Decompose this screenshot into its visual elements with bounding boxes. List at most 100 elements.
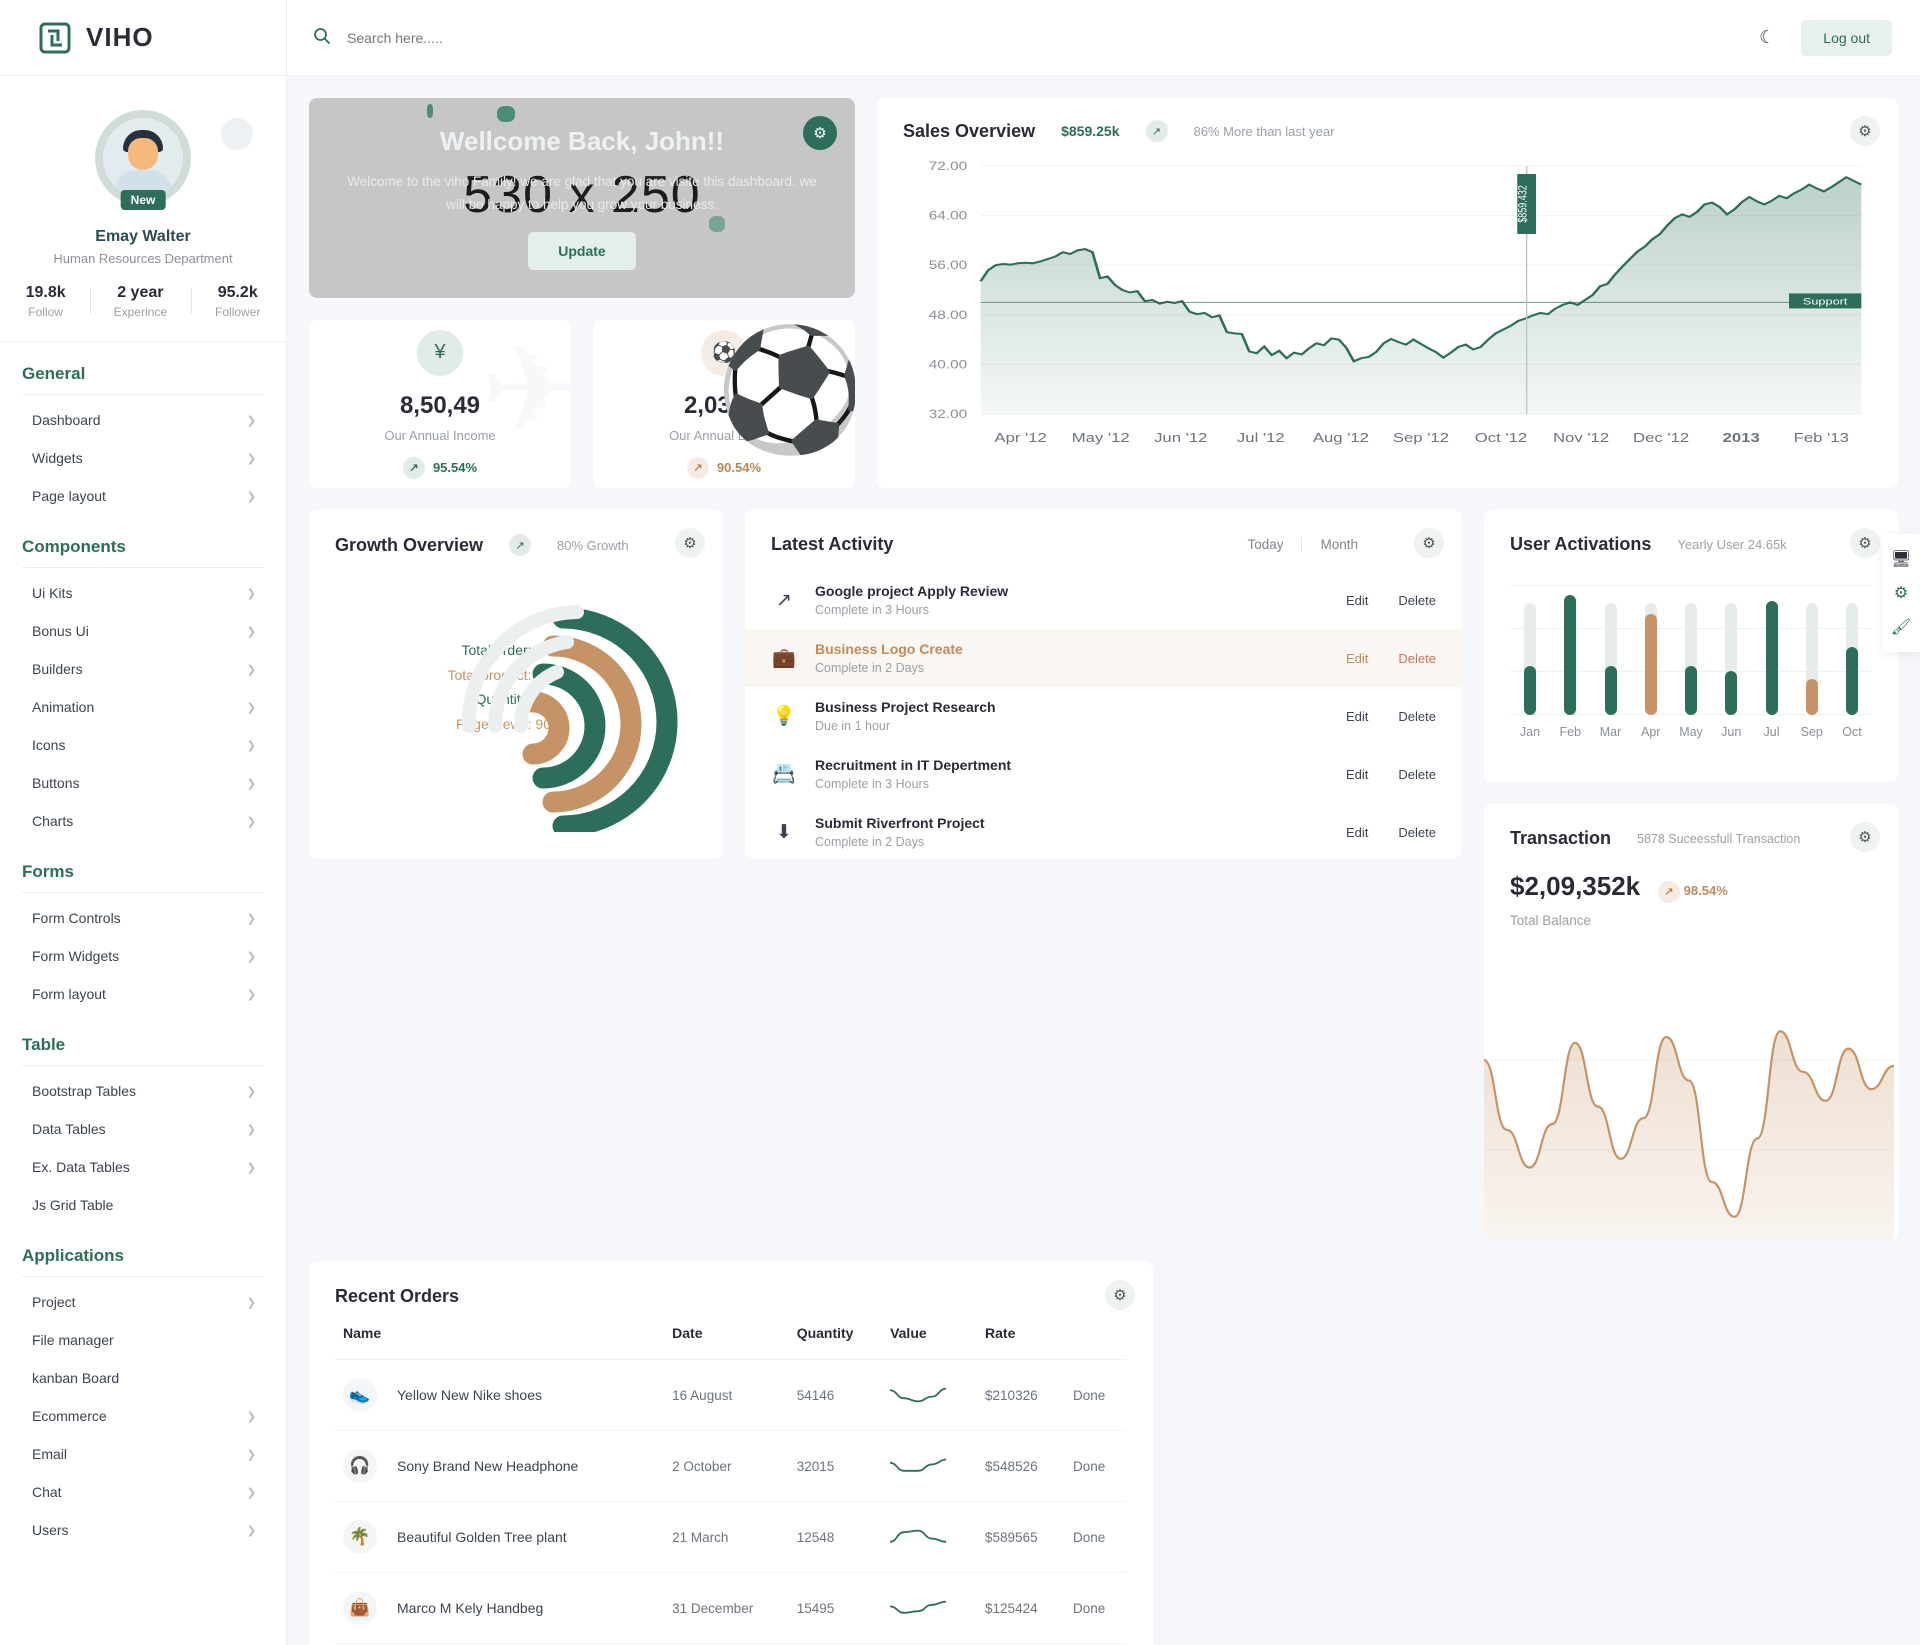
sidebar-item-label: Icons: [32, 737, 66, 753]
bar-column: [1556, 585, 1584, 715]
sidebar-item-widgets[interactable]: Widgets ❯: [22, 439, 264, 477]
column-header: Value: [882, 1307, 978, 1360]
delete-button[interactable]: Delete: [1398, 767, 1436, 782]
activity-actions: Edit Delete: [1346, 651, 1436, 666]
sidebar-item-js-grid-table[interactable]: Js Grid Table: [22, 1186, 264, 1224]
sidebar-item-bootstrap-tables[interactable]: Bootstrap Tables ❯: [22, 1072, 264, 1110]
svg-text:Apr '12: Apr '12: [994, 432, 1046, 446]
order-quantity: 15495: [788, 1572, 883, 1644]
bar-label: Jan: [1519, 725, 1541, 739]
sidebar-item-label: Bootstrap Tables: [32, 1083, 137, 1099]
activity-title-text: Business Project Research: [815, 699, 996, 715]
chevron-right-icon: ❯: [246, 1448, 256, 1461]
sales-overview-card: Sales Overview $859.25k ↗ 86% More than …: [877, 98, 1898, 488]
recent-orders-card: Recent Orders Name Date Quantity Value Rate …: [309, 1262, 1153, 1645]
chevron-right-icon: ❯: [246, 1123, 256, 1136]
order-value-sparkline: [882, 1572, 978, 1644]
edit-button[interactable]: Edit: [1346, 593, 1368, 608]
update-button[interactable]: Update: [528, 232, 636, 271]
delete-button[interactable]: Delete: [1398, 709, 1436, 724]
svg-text:Sep '12: Sep '12: [1393, 432, 1449, 446]
sidebar-item-file-manager[interactable]: File manager: [22, 1321, 264, 1359]
order-status: Done: [1065, 1359, 1127, 1431]
yen-icon: ¥: [417, 329, 463, 376]
search-input[interactable]: [347, 29, 687, 46]
sidebar-item-dashboard[interactable]: Dashboard ❯: [22, 401, 264, 439]
svg-text:Jun '12: Jun '12: [1154, 432, 1207, 446]
edit-button[interactable]: Edit: [1346, 767, 1368, 782]
headphone-icon: 🎧: [343, 1449, 377, 1483]
welcome-banner: 530 x 250 Wellcome Back, John!! Welcome …: [309, 98, 855, 298]
chevron-right-icon: ❯: [246, 1161, 256, 1174]
search-box[interactable]: [313, 27, 1723, 48]
delete-button[interactable]: Delete: [1398, 651, 1436, 666]
brand[interactable]: VIHO: [0, 0, 286, 76]
palette-icon[interactable]: 🖌: [1886, 612, 1916, 642]
transaction-pct-value: 98.54%: [1683, 883, 1728, 898]
tab-today[interactable]: Today: [1229, 537, 1301, 552]
sidebar-item-animation[interactable]: Animation ❯: [22, 688, 264, 726]
sidebar-item-project[interactable]: Project ❯: [22, 1283, 264, 1321]
edit-button[interactable]: Edit: [1346, 651, 1368, 666]
bar-column: [1717, 585, 1745, 715]
svg-text:Dec '12: Dec '12: [1633, 432, 1689, 446]
settings-gear-icon[interactable]: ⚙: [1850, 528, 1880, 558]
activity-texts: Google project Apply Review Complete in 3…: [815, 583, 1328, 617]
settings-gear-icon[interactable]: ⚙: [1414, 528, 1444, 558]
sidebar-item-ui-kits[interactable]: Ui Kits ❯: [22, 574, 264, 612]
svg-text:40.00: 40.00: [929, 358, 968, 371]
bar-column: [1798, 585, 1826, 715]
layout-icon[interactable]: 🖥: [1886, 544, 1916, 574]
tab-month[interactable]: Month: [1301, 537, 1376, 552]
sidebar-item-chat[interactable]: Chat ❯: [22, 1473, 264, 1511]
bar-value: [1685, 665, 1697, 715]
sidebar-item-buttons[interactable]: Buttons ❯: [22, 764, 264, 802]
bar-column: [1516, 585, 1544, 715]
baseball-icon: ⚽: [701, 329, 747, 376]
profile-name: Emay Walter: [95, 228, 191, 245]
gear-icon[interactable]: ⚙: [1886, 578, 1916, 608]
sidebar-item-builders[interactable]: Builders ❯: [22, 650, 264, 688]
useract-header: User Activations Yearly User 24.65k: [1510, 534, 1872, 555]
sales-note: 86% More than last year: [1193, 123, 1335, 139]
bar-value: [1644, 613, 1657, 715]
sidebar-item-bonus-ui[interactable]: Bonus Ui ❯: [22, 612, 264, 650]
settings-gear-icon[interactable]: ⚙: [1105, 1280, 1135, 1310]
sidebar-item-form-controls[interactable]: Form Controls ❯: [22, 899, 264, 937]
sidebar-item-form-widgets[interactable]: Form Widgets ❯: [22, 937, 264, 975]
notification-icon[interactable]: [1723, 33, 1733, 43]
settings-gear-icon[interactable]: ⚙: [803, 116, 837, 150]
sidebar-item-data-tables[interactable]: Data Tables ❯: [22, 1110, 264, 1148]
order-rate: $125424: [977, 1572, 1065, 1644]
sidebar-item-page-layout[interactable]: Page layout ❯: [22, 477, 264, 515]
settings-gear-icon[interactable]: ⚙: [1850, 116, 1880, 146]
latest-activity-card: Latest Activity Today Month ↗ Google proj…: [745, 510, 1462, 858]
sidebar-item-label: File manager: [32, 1332, 114, 1348]
sidebar-item-charts[interactable]: Charts ❯: [22, 802, 264, 840]
welcome-title: Wellcome Back, John!!: [439, 125, 725, 156]
table-row: 🌴 Beautiful Golden Tree plant 21 March 1254…: [335, 1501, 1127, 1573]
sidebar-item-ecommerce[interactable]: Ecommerce ❯: [22, 1397, 264, 1435]
sidebar-item-kanban-board[interactable]: kanban Board: [22, 1359, 264, 1397]
sidebar-item-ex-data-tables[interactable]: Ex. Data Tables ❯: [22, 1148, 264, 1186]
edit-button[interactable]: Edit: [1346, 709, 1368, 724]
nav-group-title: Components: [22, 515, 264, 568]
delete-button[interactable]: Delete: [1398, 825, 1436, 840]
edit-button[interactable]: Edit: [1346, 825, 1368, 840]
sidebar-item-users[interactable]: Users ❯: [22, 1511, 264, 1549]
settings-gear-icon[interactable]: ⚙: [675, 528, 705, 558]
activity-texts: Recruitment in IT Depertment Complete in …: [815, 757, 1328, 791]
profile-stat: 95.2k Follower: [191, 284, 284, 319]
activity-sub-text: Due in 1 hour: [815, 719, 891, 733]
dark-mode-icon[interactable]: ☾: [1759, 27, 1775, 48]
sidebar-item-label: Ex. Data Tables: [32, 1159, 130, 1175]
logout-button[interactable]: Log out: [1801, 19, 1892, 56]
sidebar-item-icons[interactable]: Icons ❯: [22, 726, 264, 764]
delete-button[interactable]: Delete: [1398, 593, 1436, 608]
order-name-cell: 🌴 Beautiful Golden Tree plant: [335, 1501, 665, 1573]
activity-item: ↗ Google project Apply Review Complete in …: [745, 571, 1462, 629]
sidebar-item-form-layout[interactable]: Form layout ❯: [22, 975, 264, 1013]
sidebar-item-email[interactable]: Email ❯: [22, 1435, 264, 1473]
settings-gear-icon[interactable]: ⚙: [1850, 822, 1880, 852]
right-column: Sales Overview $859.25k ↗ 86% More than …: [877, 98, 1898, 488]
